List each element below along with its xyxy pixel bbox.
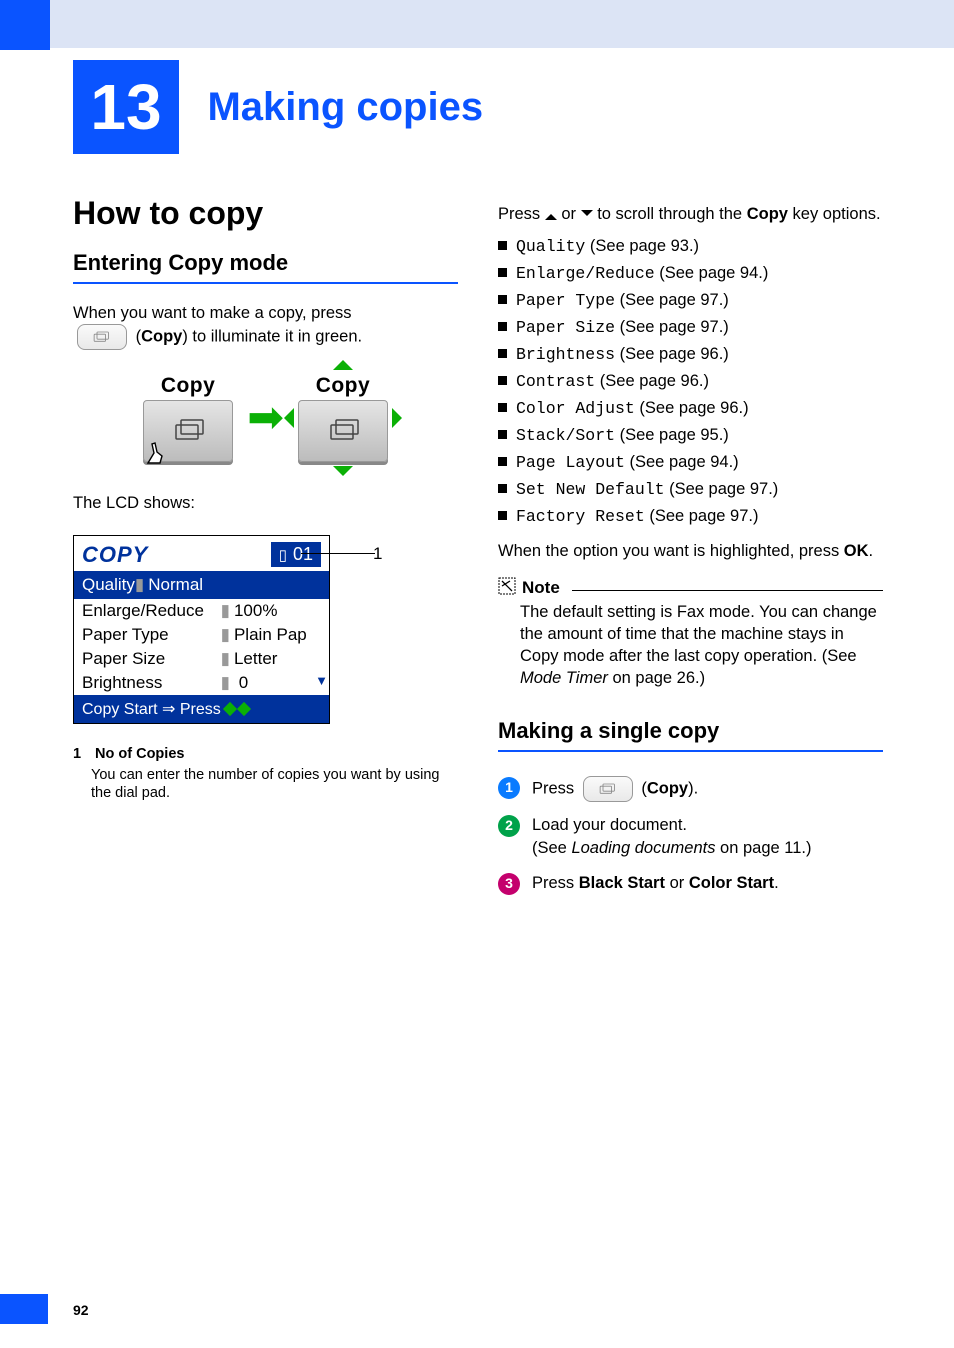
- intro-copy-bold: Copy: [141, 328, 182, 346]
- lcd-row-key: Paper Size: [82, 649, 221, 669]
- lcd-row: Paper Type ▮Plain Pap: [74, 623, 329, 647]
- finger-icon: [140, 439, 168, 467]
- lcd-sel-val: ▮Normal: [135, 575, 321, 595]
- intro-text-1: When you want to make a copy, press: [73, 304, 352, 322]
- left-column: How to copy Entering Copy mode When you …: [73, 195, 458, 907]
- scroll-post: to scroll through the: [593, 205, 747, 223]
- lcd-row-key: Enlarge/Reduce: [82, 601, 221, 621]
- lcd-footer-text: Copy Start ⇒ Press: [82, 699, 221, 719]
- copy-label-after: Copy: [316, 374, 371, 398]
- lcd-caption: The LCD shows:: [73, 492, 458, 514]
- lcd-sel-key: Quality: [82, 575, 135, 595]
- radiate-arrow-w-icon: [274, 408, 294, 428]
- list-item: Brightness (See page 96.): [498, 341, 883, 368]
- section-how-to-copy: How to copy: [73, 195, 458, 232]
- up-arrow-icon: [545, 208, 557, 220]
- step-3: 3 Press Black Start or Color Start.: [498, 872, 883, 895]
- chapter-number: 13: [73, 60, 179, 154]
- options-list: Quality (See page 93.) Enlarge/Reduce (S…: [498, 233, 883, 530]
- page: 13 Making copies How to copy Entering Co…: [0, 0, 954, 1348]
- list-item: Paper Size (See page 97.): [498, 314, 883, 341]
- note-label: Note: [522, 578, 560, 598]
- scroll-mid: or: [557, 205, 581, 223]
- lcd-row-val: ▮100%: [221, 601, 321, 621]
- start-diamond-icon: [223, 701, 237, 715]
- lcd-count: 01: [293, 544, 313, 565]
- lcd-row: Enlarge/Reduce ▮100%: [74, 599, 329, 623]
- list-item: Factory Reset (See page 97.): [498, 503, 883, 530]
- list-item: Contrast (See page 96.): [498, 368, 883, 395]
- corner-tab: [0, 0, 50, 50]
- step-2: 2 Load your document. (See Loading docum…: [498, 814, 883, 860]
- step-1: 1 Press (Copy).: [498, 776, 883, 802]
- lcd-footer: Copy Start ⇒ Press: [74, 695, 329, 723]
- lcd-selected-row: Quality ▮Normal: [74, 571, 329, 599]
- lcd-panel: COPY ▯ 01 Quality ▮Normal Enlarge/Reduce…: [73, 535, 330, 724]
- lcd-row: Brightness ▮ 0 ▼: [74, 671, 329, 695]
- right-column: Press or to scroll through the Copy key …: [498, 195, 883, 907]
- lcd-row-key: Brightness: [82, 673, 221, 693]
- radiate-arrow-e-icon: [392, 408, 412, 428]
- note-box: Note The default setting is Fax mode. Yo…: [498, 577, 883, 690]
- chapter-block: 13 Making copies: [73, 60, 483, 154]
- scroll-tail: key options.: [788, 205, 881, 223]
- footer-bluebar: [0, 1294, 48, 1324]
- callout-number: 1: [373, 544, 382, 564]
- copy-after: Copy: [298, 374, 388, 462]
- footnote-number: 1: [73, 746, 91, 762]
- list-item: Enlarge/Reduce (See page 94.): [498, 260, 883, 287]
- copy-button-icon: [77, 324, 127, 350]
- list-item: Paper Type (See page 97.): [498, 287, 883, 314]
- copy-btn-before: [143, 400, 233, 462]
- intro-paragraph: When you want to make a copy, press (Cop…: [73, 302, 458, 350]
- lcd-wrap: 1 COPY ▯ 01 Quality ▮Normal Enlarg: [73, 535, 458, 724]
- step-badge-3-icon: 3: [498, 873, 520, 895]
- lcd-count-badge: ▯ 01: [271, 542, 321, 567]
- list-item: Stack/Sort (See page 95.): [498, 422, 883, 449]
- lcd-scroll-down-icon: ▼: [315, 673, 328, 688]
- radiate-arrow-n-icon: [333, 350, 353, 370]
- footnote: 1 No of Copies You can enter the number …: [73, 746, 458, 804]
- list-item: Page Layout (See page 94.): [498, 449, 883, 476]
- copy-diagram: Copy ➡ Copy: [73, 374, 458, 462]
- copy-button-icon: [583, 776, 633, 802]
- lcd-row-val: ▮ 0: [221, 673, 321, 693]
- chapter-title: Making copies: [207, 85, 483, 130]
- section-making-single-copy: Making a single copy: [498, 718, 883, 752]
- step-badge-1-icon: 1: [498, 777, 520, 799]
- list-item: Quality (See page 93.): [498, 233, 883, 260]
- lcd-title: COPY: [82, 542, 148, 568]
- footnote-title: No of Copies: [95, 746, 184, 762]
- scroll-paragraph: Press or to scroll through the Copy key …: [498, 203, 883, 225]
- list-item: Set New Default (See page 97.): [498, 476, 883, 503]
- copy-label-before: Copy: [161, 374, 216, 398]
- section-entering-copy-mode: Entering Copy mode: [73, 250, 458, 284]
- lcd-top: COPY ▯ 01: [74, 536, 329, 571]
- page-number: 92: [73, 1302, 89, 1318]
- lcd-row-val: ▮Letter: [221, 649, 321, 669]
- note-body: The default setting is Fax mode. You can…: [498, 601, 883, 690]
- radiate-arrow-s-icon: [333, 466, 353, 486]
- copy-before: Copy: [143, 374, 233, 462]
- page-icon: ▯: [279, 546, 287, 564]
- down-arrow-icon: [581, 210, 593, 222]
- columns: How to copy Entering Copy mode When you …: [73, 195, 883, 907]
- note-divider: [572, 590, 883, 591]
- note-icon: [498, 577, 516, 600]
- footnote-body: You can enter the number of copies you w…: [91, 766, 458, 804]
- copy-btn-after: [298, 400, 388, 462]
- list-item: Color Adjust (See page 96.): [498, 395, 883, 422]
- intro-text-2: ) to illuminate it in green.: [182, 328, 362, 346]
- lcd-row: Paper Size ▮Letter: [74, 647, 329, 671]
- lcd-row-val: ▮Plain Pap: [221, 625, 321, 645]
- highlight-paragraph: When the option you want is highlighted,…: [498, 540, 883, 562]
- scroll-bold: Copy: [747, 205, 788, 223]
- start-diamond-icon: [237, 701, 251, 715]
- lcd-row-key: Paper Type: [82, 625, 221, 645]
- scroll-pre: Press: [498, 205, 545, 223]
- step-badge-2-icon: 2: [498, 815, 520, 837]
- callout-line: [301, 553, 375, 554]
- steps: 1 Press (Copy). 2 Load your document. (S…: [498, 776, 883, 895]
- header-band: [50, 0, 954, 48]
